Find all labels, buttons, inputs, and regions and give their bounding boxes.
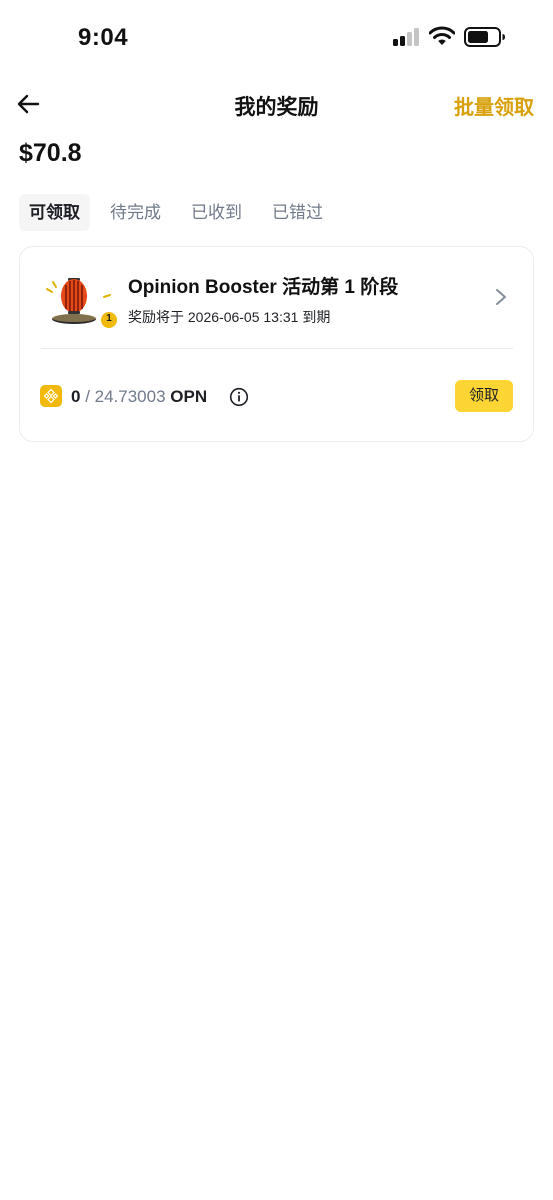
tab-pending[interactable]: 待完成 xyxy=(100,194,171,231)
status-bar: 9:04 xyxy=(0,0,553,72)
battery-icon xyxy=(464,27,505,47)
header: 我的奖励 批量领取 xyxy=(0,78,553,130)
amount-separator: / xyxy=(80,387,95,406)
signal-icon xyxy=(393,28,421,46)
rewards-page: 9:04 我的奖励 批量领取 $70.8 可领取 待完成 已收到 已错过 1 O… xyxy=(0,0,553,1200)
batch-claim-button[interactable]: 批量领取 xyxy=(454,91,534,120)
reward-details-link[interactable]: 1 Opinion Booster 活动第 1 阶段 奖励将于 2026-06-… xyxy=(20,247,533,348)
status-time: 9:04 xyxy=(78,24,129,51)
bnb-token-icon xyxy=(40,385,62,407)
chevron-right-icon xyxy=(496,289,506,305)
total-amount: 24.73003 xyxy=(94,387,166,406)
amount-unit: OPN xyxy=(165,387,208,406)
tab-received[interactable]: 已收到 xyxy=(181,194,252,231)
tab-claimable[interactable]: 可领取 xyxy=(19,194,90,231)
reward-amount-row: 0 / 24.73003 OPN 领取 xyxy=(20,349,533,441)
reward-expiry: 奖励将于 2026-06-05 13:31 到期 xyxy=(128,309,331,325)
wifi-icon xyxy=(429,26,455,45)
reward-badge-count: 1 xyxy=(106,313,112,324)
claim-button[interactable]: 领取 xyxy=(455,380,513,412)
reward-name: Opinion Booster 活动第 1 阶段 xyxy=(128,277,399,298)
reward-amount: 0 / 24.73003 OPN xyxy=(71,387,207,407)
total-reward-value: $70.8 xyxy=(19,139,82,167)
tab-missed[interactable]: 已错过 xyxy=(262,194,333,231)
info-icon[interactable] xyxy=(229,387,249,407)
reward-card: 1 Opinion Booster 活动第 1 阶段 奖励将于 2026-06-… xyxy=(19,246,534,442)
reward-status-tabs: 可领取 待完成 已收到 已错过 xyxy=(19,194,333,231)
